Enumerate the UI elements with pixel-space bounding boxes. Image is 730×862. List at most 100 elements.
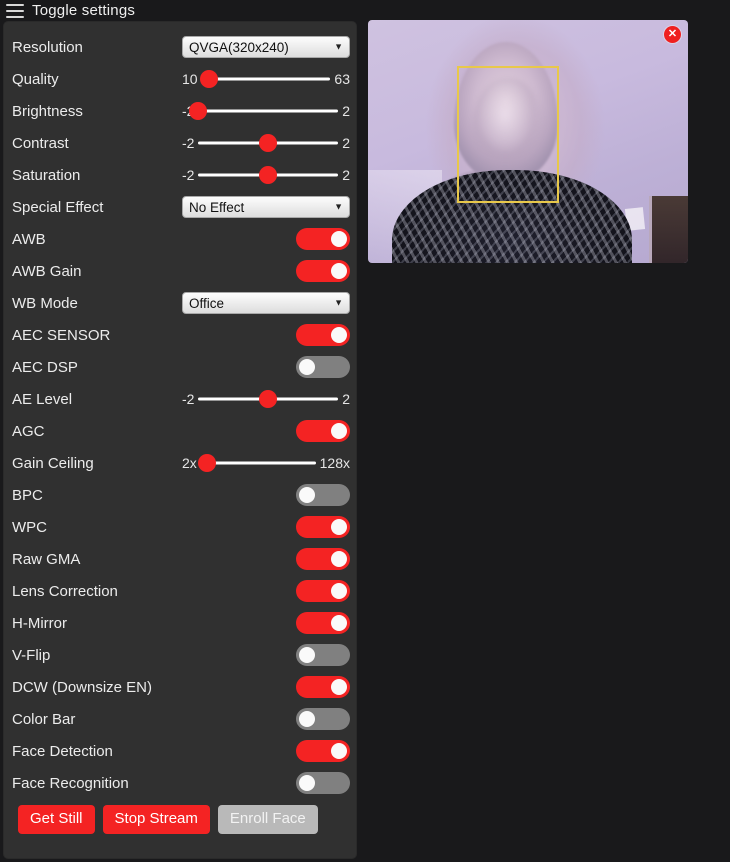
setting-row: Saturation -2 2: [4, 159, 356, 191]
toggle-knob: [331, 423, 347, 439]
slider-track[interactable]: [198, 134, 339, 152]
toggle-color-bar[interactable]: [296, 708, 350, 730]
slider-thumb[interactable]: [189, 102, 208, 120]
setting-row: H-Mirror: [4, 607, 356, 639]
toggle-aec-sensor[interactable]: [296, 324, 350, 346]
slider-track[interactable]: [198, 390, 339, 408]
setting-control: [296, 580, 350, 602]
setting-row: AEC SENSOR: [4, 319, 356, 351]
slider-track[interactable]: [189, 102, 339, 120]
setting-row: AWB Gain: [4, 255, 356, 287]
slider-min-label: 10: [182, 71, 198, 87]
setting-label: AWB Gain: [12, 262, 82, 280]
slider-gain-ceiling[interactable]: 2x 128x: [182, 454, 350, 472]
setting-row: AWB: [4, 223, 356, 255]
setting-control: [296, 644, 350, 666]
setting-row: Brightness -2 2: [4, 95, 356, 127]
slider-ae-level[interactable]: -2 2: [182, 390, 350, 408]
slider-min-label: -2: [182, 135, 195, 151]
toggle-aec-dsp[interactable]: [296, 356, 350, 378]
close-icon[interactable]: ✕: [664, 26, 681, 43]
toggle-knob: [299, 711, 315, 727]
toggle-knob: [331, 743, 347, 759]
hamburger-icon[interactable]: [6, 4, 24, 18]
setting-label: Gain Ceiling: [12, 454, 94, 472]
toggle-knob: [331, 519, 347, 535]
slider-max-label: 2: [342, 167, 350, 183]
slider-brightness[interactable]: -2 2: [182, 102, 350, 120]
slider-max-label: 2: [342, 391, 350, 407]
slider-contrast[interactable]: -2 2: [182, 134, 350, 152]
setting-control: 2x 128x: [182, 454, 350, 472]
setting-row: Face Recognition: [4, 767, 356, 799]
setting-control: Office ▼: [182, 292, 350, 314]
setting-row: Resolution QVGA(320x240) ▼: [4, 31, 356, 63]
slider-track[interactable]: [198, 166, 339, 184]
setting-control: [296, 420, 350, 442]
setting-label: Lens Correction: [12, 582, 118, 600]
toggle-knob: [331, 327, 347, 343]
slider-saturation[interactable]: -2 2: [182, 166, 350, 184]
toggle-face-recognition[interactable]: [296, 772, 350, 794]
toggle-h-mirror[interactable]: [296, 612, 350, 634]
setting-row: Lens Correction: [4, 575, 356, 607]
toggle-bpc[interactable]: [296, 484, 350, 506]
slider-thumb[interactable]: [259, 390, 278, 408]
chevron-down-icon: ▼: [334, 201, 343, 212]
select-special-effect[interactable]: No Effect ▼: [182, 196, 350, 218]
slider-rail: [201, 77, 331, 81]
slider-max-label: 2: [342, 135, 350, 151]
setting-control: [296, 228, 350, 250]
setting-label: BPC: [12, 486, 43, 504]
get-still-button[interactable]: Get Still: [18, 805, 95, 834]
page-header: Toggle settings: [0, 0, 730, 22]
setting-label: AE Level: [12, 390, 73, 408]
slider-min-label: -2: [182, 391, 195, 407]
toggle-wpc[interactable]: [296, 516, 350, 538]
toggle-raw-gma[interactable]: [296, 548, 350, 570]
toggle-awb[interactable]: [296, 228, 350, 250]
setting-control: [296, 484, 350, 506]
toggle-awb-gain[interactable]: [296, 260, 350, 282]
slider-thumb[interactable]: [200, 70, 219, 88]
setting-label: Special Effect: [12, 198, 104, 216]
setting-label: Raw GMA: [12, 550, 81, 568]
toggle-dcw-downsize-en[interactable]: [296, 676, 350, 698]
setting-row: Gain Ceiling 2x 128x: [4, 447, 356, 479]
slider-thumb[interactable]: [259, 134, 278, 152]
setting-control: [296, 612, 350, 634]
setting-label: Contrast: [12, 134, 69, 152]
setting-row: Face Detection: [4, 735, 356, 767]
slider-min-label: 2x: [182, 455, 197, 471]
slider-quality[interactable]: 10 63: [182, 70, 350, 88]
stop-stream-button[interactable]: Stop Stream: [102, 805, 210, 834]
toggle-knob: [299, 647, 315, 663]
toggle-knob: [299, 359, 315, 375]
toggle-face-detection[interactable]: [296, 740, 350, 762]
slider-track[interactable]: [200, 70, 331, 88]
toggle-knob: [331, 615, 347, 631]
setting-label: Face Detection: [12, 742, 113, 760]
toggle-v-flip[interactable]: [296, 644, 350, 666]
toggle-lens-correction[interactable]: [296, 580, 350, 602]
video-stream-container[interactable]: ✕: [368, 20, 688, 263]
setting-label: WPC: [12, 518, 47, 536]
setting-control: 10 63: [182, 70, 350, 88]
setting-row: Quality 10 63: [4, 63, 356, 95]
background-door: [649, 196, 688, 263]
setting-label: AEC DSP: [12, 358, 78, 376]
setting-row: AGC: [4, 415, 356, 447]
select-resolution[interactable]: QVGA(320x240) ▼: [182, 36, 350, 58]
select-wb-mode[interactable]: Office ▼: [182, 292, 350, 314]
slider-thumb[interactable]: [259, 166, 278, 184]
toggle-knob: [331, 551, 347, 567]
toggle-knob: [299, 775, 315, 791]
settings-row-list: Resolution QVGA(320x240) ▼ Quality 10 63 Brigh…: [4, 22, 356, 799]
slider-track[interactable]: [197, 454, 316, 472]
slider-thumb[interactable]: [197, 454, 216, 472]
setting-label: Resolution: [12, 38, 83, 56]
toggle-agc[interactable]: [296, 420, 350, 442]
setting-control: [296, 772, 350, 794]
setting-row: Contrast -2 2: [4, 127, 356, 159]
setting-row: DCW (Downsize EN): [4, 671, 356, 703]
